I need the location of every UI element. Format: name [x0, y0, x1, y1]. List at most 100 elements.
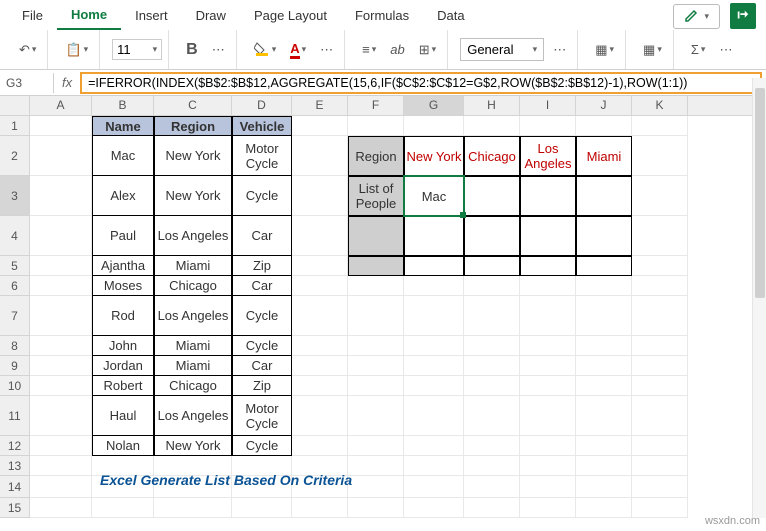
- cell-E[interactable]: [292, 356, 348, 376]
- cell-K[interactable]: [632, 256, 688, 276]
- cell-G[interactable]: [404, 276, 464, 296]
- tab-insert[interactable]: Insert: [121, 2, 182, 29]
- cell-H[interactable]: [464, 376, 520, 396]
- cell-K[interactable]: [632, 136, 688, 176]
- cell-E[interactable]: [292, 216, 348, 256]
- cell-A[interactable]: [30, 136, 92, 176]
- col-header-C[interactable]: C: [154, 96, 232, 115]
- cell-J[interactable]: [576, 296, 632, 336]
- cell-I[interactable]: [520, 436, 576, 456]
- cell-K[interactable]: [632, 276, 688, 296]
- table1-cell[interactable]: John: [92, 336, 154, 356]
- cell-I[interactable]: [520, 116, 576, 136]
- cell-J[interactable]: [576, 216, 632, 256]
- bold-button[interactable]: B: [181, 37, 203, 63]
- table1-cell[interactable]: Cycle: [232, 436, 292, 456]
- cell-I[interactable]: [520, 336, 576, 356]
- table1-cell[interactable]: Robert: [92, 376, 154, 396]
- table1-cell[interactable]: Zip: [232, 376, 292, 396]
- table2-sidehdr[interactable]: [348, 216, 404, 256]
- cell-E[interactable]: [292, 256, 348, 276]
- undo-button[interactable]: ↶▾: [14, 38, 41, 62]
- cell-F[interactable]: [348, 498, 404, 518]
- cell-F[interactable]: [348, 476, 404, 498]
- cell-I[interactable]: [520, 356, 576, 376]
- name-box[interactable]: G3: [0, 73, 54, 93]
- cell-H[interactable]: [464, 216, 520, 256]
- table1-cell[interactable]: Haul: [92, 396, 154, 436]
- table1-cell[interactable]: Los Angeles: [154, 396, 232, 436]
- cell-K[interactable]: [632, 116, 688, 136]
- cell-G[interactable]: [404, 336, 464, 356]
- col-header-H[interactable]: H: [464, 96, 520, 115]
- cell-E[interactable]: [292, 436, 348, 456]
- cell-A[interactable]: [30, 336, 92, 356]
- cell-I[interactable]: [520, 216, 576, 256]
- cell-K[interactable]: [632, 296, 688, 336]
- cell-E[interactable]: [292, 336, 348, 356]
- share-button[interactable]: [730, 3, 756, 29]
- vertical-scrollbar[interactable]: [752, 78, 766, 518]
- row-header-2[interactable]: 2: [0, 136, 30, 176]
- cell-J[interactable]: [576, 436, 632, 456]
- table2-region[interactable]: Chicago: [464, 136, 520, 176]
- cell-G[interactable]: [404, 396, 464, 436]
- table1-cell[interactable]: Car: [232, 276, 292, 296]
- cell-H[interactable]: [464, 116, 520, 136]
- table1-cell[interactable]: Moses: [92, 276, 154, 296]
- cell-F[interactable]: [348, 336, 404, 356]
- cell-J[interactable]: [576, 256, 632, 276]
- col-header-K[interactable]: K: [632, 96, 688, 115]
- row-header-11[interactable]: 11: [0, 396, 30, 436]
- row-header-8[interactable]: 8: [0, 336, 30, 356]
- cell-B[interactable]: [92, 498, 154, 518]
- cell-F[interactable]: [348, 376, 404, 396]
- cell-E[interactable]: [292, 376, 348, 396]
- table1-cell[interactable]: Ajantha: [92, 256, 154, 276]
- cell-G[interactable]: [404, 256, 464, 276]
- row-header-9[interactable]: 9: [0, 356, 30, 376]
- row-header-1[interactable]: 1: [0, 116, 30, 136]
- cell-J[interactable]: [576, 376, 632, 396]
- table1-cell[interactable]: Los Angeles: [154, 216, 232, 256]
- cell-J[interactable]: [576, 498, 632, 518]
- draw-mode-button[interactable]: ▾: [673, 4, 720, 29]
- font-size-select[interactable]: 11 ▾: [112, 39, 162, 60]
- cell-H[interactable]: [464, 356, 520, 376]
- cell-I[interactable]: [520, 376, 576, 396]
- cell-F[interactable]: [348, 116, 404, 136]
- cell-I[interactable]: [520, 456, 576, 476]
- cell-K[interactable]: [632, 376, 688, 396]
- cell-G[interactable]: [404, 456, 464, 476]
- cell-K[interactable]: [632, 176, 688, 216]
- table1-cell[interactable]: Cycle: [232, 336, 292, 356]
- table1-cell[interactable]: Motor Cycle: [232, 136, 292, 176]
- font-color-button[interactable]: A▾: [285, 37, 311, 63]
- more-number-button[interactable]: ⋯: [548, 38, 571, 62]
- cell-J[interactable]: [576, 116, 632, 136]
- cell-E[interactable]: [292, 176, 348, 216]
- table1-header[interactable]: Region: [154, 116, 232, 136]
- cell-K[interactable]: [632, 476, 688, 498]
- cell-K[interactable]: [632, 456, 688, 476]
- cell-J[interactable]: [576, 456, 632, 476]
- cell-J[interactable]: [576, 356, 632, 376]
- cell-A[interactable]: [30, 396, 92, 436]
- cell-I[interactable]: [520, 476, 576, 498]
- cell-A[interactable]: [30, 116, 92, 136]
- table2-sidehdr[interactable]: Region: [348, 136, 404, 176]
- table1-cell[interactable]: Motor Cycle: [232, 396, 292, 436]
- cell-A[interactable]: [30, 376, 92, 396]
- cell-A[interactable]: [30, 356, 92, 376]
- table1-cell[interactable]: Mac: [92, 136, 154, 176]
- col-header-J[interactable]: J: [576, 96, 632, 115]
- more-editing-button[interactable]: ⋯: [714, 38, 737, 62]
- cell-H[interactable]: [464, 256, 520, 276]
- cell-F[interactable]: [348, 296, 404, 336]
- table1-cell[interactable]: Miami: [154, 336, 232, 356]
- col-header-E[interactable]: E: [292, 96, 348, 115]
- more-font-button[interactable]: ⋯: [207, 38, 230, 62]
- cell-H[interactable]: [464, 296, 520, 336]
- autosum-button[interactable]: Σ▾: [686, 38, 711, 61]
- cell-I[interactable]: [520, 276, 576, 296]
